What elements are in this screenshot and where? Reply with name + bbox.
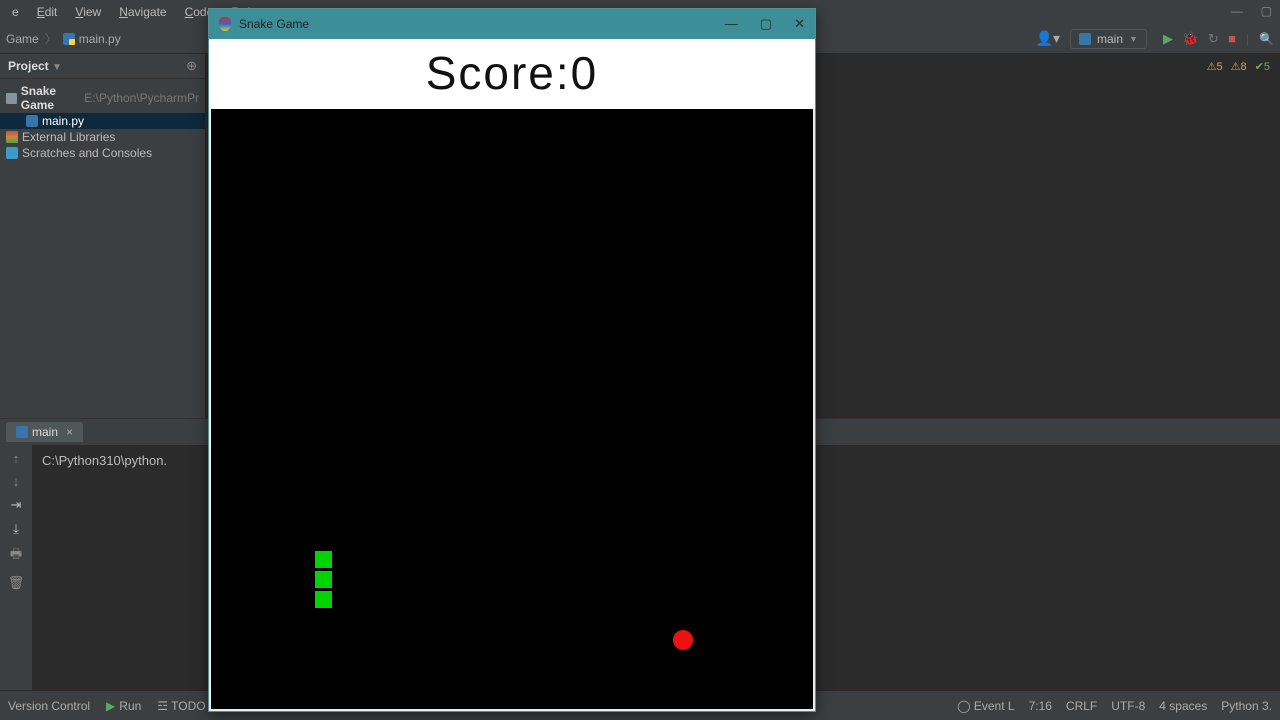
soft-wrap-icon[interactable]: ⇥ <box>11 497 22 513</box>
tool-run[interactable]: ▶Run <box>106 699 141 713</box>
tree-project-root[interactable]: Snake Game E:\Python\PycharmPr <box>0 83 205 113</box>
game-window-title: Snake Game <box>239 17 309 31</box>
ide-minimize-icon[interactable]: — <box>1231 4 1243 18</box>
ide-maximize-icon[interactable]: ▢ <box>1261 4 1272 18</box>
tool-todo[interactable]: ☲ TODO <box>157 699 205 713</box>
debug-icon[interactable]: 🐞 <box>1182 31 1198 46</box>
tree-file-main[interactable]: main.py <box>0 113 205 129</box>
game-canvas[interactable] <box>211 109 813 709</box>
print-icon[interactable]: 🖶 <box>10 545 22 567</box>
code-with-me-icon[interactable]: 👤▾ <box>1036 30 1060 47</box>
run-actions: ▶ 🐞 ↻ ■ <box>1157 31 1236 47</box>
libraries-icon <box>6 131 18 143</box>
python-file-icon <box>1079 33 1091 45</box>
tool-event-log[interactable]: ◯ Event L <box>957 699 1014 713</box>
breadcrumb-project[interactable]: Game <box>6 32 39 46</box>
tree-scratches[interactable]: Scratches and Consoles <box>0 145 205 161</box>
game-titlebar[interactable]: Snake Game — ▢ ✕ <box>209 9 815 39</box>
breadcrumb-file[interactable]: main.py <box>63 32 121 46</box>
ide-window-controls: — ▢ <box>1231 4 1272 18</box>
rerun-icon[interactable]: ↻ <box>1208 31 1219 46</box>
snake-segment <box>314 590 333 609</box>
target-icon[interactable]: ⊕ <box>186 58 197 74</box>
search-icon[interactable]: 🔍 <box>1259 32 1274 46</box>
chevron-down-icon: ▼ <box>1129 34 1138 44</box>
menu-navigate[interactable]: Navigate <box>111 3 174 21</box>
scratches-icon <box>6 147 18 159</box>
run-configuration-selector[interactable]: main ▼ <box>1070 29 1147 49</box>
tool-version-control[interactable]: Version Control <box>8 699 90 713</box>
up-arrow-icon[interactable]: ↑ <box>13 451 20 466</box>
game-close-icon[interactable]: ✕ <box>794 16 805 32</box>
status-interpreter[interactable]: Python 3. <box>1221 699 1272 713</box>
run-tab-main[interactable]: main × <box>6 422 83 442</box>
snake-game-window: Snake Game — ▢ ✕ Score:0 <box>208 8 816 712</box>
tree-external-libraries[interactable]: External Libraries <box>0 129 205 145</box>
python-file-icon <box>26 115 38 127</box>
score-label: Score: <box>426 47 571 99</box>
game-score-bar: Score:0 <box>209 39 815 109</box>
menu-view[interactable]: View <box>67 3 109 21</box>
down-arrow-icon[interactable]: ↓ <box>13 474 20 489</box>
python-file-icon <box>63 33 75 45</box>
tk-feather-icon <box>219 17 231 31</box>
game-maximize-icon[interactable]: ▢ <box>760 16 772 32</box>
trash-icon[interactable]: 🗑 <box>8 575 25 591</box>
game-minimize-icon[interactable]: — <box>725 16 738 32</box>
run-gutter: ↑ ↓ ⇥ ⤓ 🖶 🗑 <box>0 445 32 690</box>
close-icon[interactable]: × <box>66 425 73 439</box>
run-icon[interactable]: ▶ <box>1163 31 1173 46</box>
menu-edit[interactable]: Edit <box>29 3 66 21</box>
status-encoding[interactable]: UTF-8 <box>1111 699 1145 713</box>
score-value: 0 <box>571 47 599 99</box>
status-line-sep[interactable]: CRLF <box>1066 699 1097 713</box>
folder-icon <box>6 93 17 104</box>
menu-file[interactable]: e <box>4 3 27 21</box>
snake-segment <box>314 550 333 569</box>
chevron-down-icon[interactable]: ▼ <box>52 62 62 73</box>
status-indent[interactable]: 4 spaces <box>1159 699 1207 713</box>
project-header[interactable]: Project <box>8 59 49 73</box>
snake-segment <box>314 570 333 589</box>
snake-food <box>673 630 693 650</box>
status-cursor-pos[interactable]: 7:16 <box>1029 699 1052 713</box>
chevron-right-icon: 〉 <box>45 30 57 47</box>
project-tree: Snake Game E:\Python\PycharmPr main.py E… <box>0 79 205 165</box>
stop-icon[interactable]: ■ <box>1228 31 1236 46</box>
scroll-end-icon[interactable]: ⤓ <box>13 521 19 537</box>
toolbar-divider: | <box>1246 32 1249 46</box>
python-file-icon <box>16 426 28 438</box>
